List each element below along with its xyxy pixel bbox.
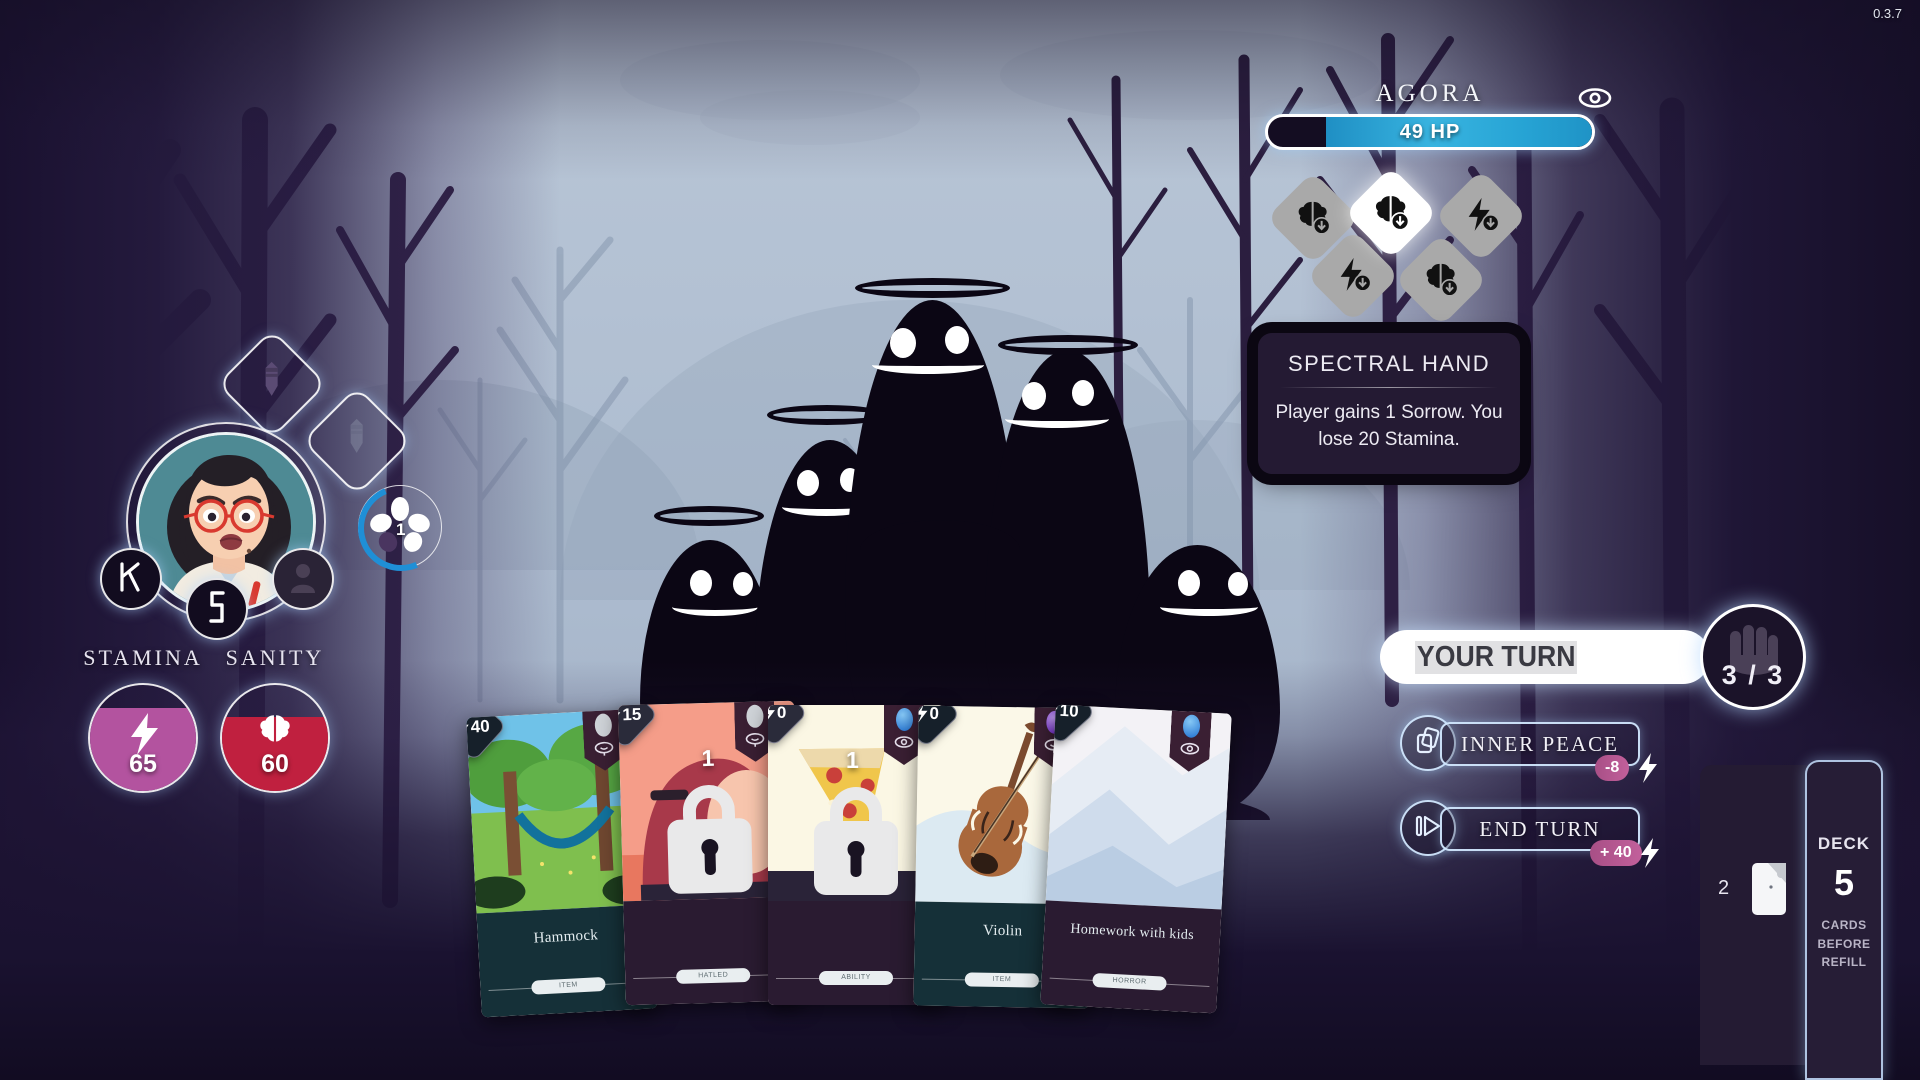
tooltip-title: SPECTRAL HAND xyxy=(1288,351,1490,376)
brain-down-icon xyxy=(1370,190,1412,237)
sanity-icon xyxy=(594,740,615,762)
turn-label: YOUR TURN xyxy=(1415,640,1578,674)
stamina-value: 65 xyxy=(129,750,157,778)
end-turn-cost: + 40 xyxy=(1590,840,1642,866)
person-icon xyxy=(288,561,318,598)
card-type: ITEM xyxy=(531,976,606,995)
sanity-icon xyxy=(745,732,766,754)
lightning-icon xyxy=(1636,752,1658,783)
cards-back-icon xyxy=(1748,857,1794,924)
card-cost-value: 0 xyxy=(776,705,787,722)
lightning-down-icon xyxy=(1461,194,1501,239)
lock-icon xyxy=(667,817,754,895)
lightning-down-icon xyxy=(1333,254,1373,299)
card-cost-value: 15 xyxy=(622,704,642,725)
card-footer: Homework with kids HORROR xyxy=(1040,900,1222,1014)
enemy-hp-text: 49 HP xyxy=(1399,120,1461,143)
turn-banner: YOUR TURN xyxy=(1380,630,1710,684)
card-type: ABILITY xyxy=(819,971,893,985)
cost-value: -8 xyxy=(1605,759,1620,776)
enemy-hud: AGORA 49 HP xyxy=(1230,80,1630,150)
card-type: ITEM xyxy=(964,972,1039,988)
skip-icon xyxy=(1413,813,1443,844)
action-person[interactable] xyxy=(272,548,334,610)
card-badge: 1 xyxy=(846,747,859,773)
card-type: HATLED xyxy=(676,967,751,984)
sanity-value: 60 xyxy=(261,750,289,778)
end-turn-button[interactable]: END TURN + 40 xyxy=(1400,800,1660,868)
card-homework[interactable]: Homework with kids HORROR 10 xyxy=(1040,704,1232,1014)
card-cost-value: 10 xyxy=(1059,704,1080,721)
card-name: Homework with kids xyxy=(1070,921,1195,944)
eye-icon xyxy=(894,735,914,754)
end-turn-label: END TURN xyxy=(1479,816,1601,841)
hand-count: 3 / 3 xyxy=(1721,660,1785,690)
deck-title: DECK xyxy=(1817,834,1871,853)
lightning-icon xyxy=(1638,837,1660,868)
cards-icon xyxy=(1413,726,1443,761)
enemy-intents xyxy=(1266,166,1540,327)
cost-value: + 40 xyxy=(1600,844,1632,861)
inner-peace-button[interactable]: INNER PEACE -8 xyxy=(1400,715,1660,783)
sword-icon xyxy=(257,360,287,409)
card-type: HORROR xyxy=(1092,972,1167,991)
rune-lightning-icon xyxy=(204,590,230,629)
deck-count: 5 xyxy=(1833,862,1855,903)
game-screen: 0.3.7 AGORA 49 HP SPECTRAL HAND Player g… xyxy=(0,0,1920,1080)
sanity-orb: 60 xyxy=(220,683,330,793)
enemy-name: AGORA xyxy=(1375,80,1485,107)
deck-subtitle: CARDS BEFORE REFILL xyxy=(1817,918,1871,970)
brain-down-icon xyxy=(1421,258,1461,303)
vignette-top xyxy=(0,0,1920,180)
rune-k-icon xyxy=(116,560,146,599)
card-cost-value: 40 xyxy=(470,716,491,737)
inner-peace-cost: -8 xyxy=(1595,755,1630,781)
inner-peace-label: INNER PEACE xyxy=(1461,731,1619,756)
eye-icon xyxy=(1179,741,1200,761)
discard-count: 2 xyxy=(1718,877,1730,899)
sorrow-badge[interactable]: 1 xyxy=(345,472,457,584)
tooltip-body: Player gains 1 Sorrow. You lose 20 Stami… xyxy=(1275,402,1503,450)
lock-icon xyxy=(814,821,898,895)
deck-panel[interactable]: DECK 5 CARDS BEFORE REFILL xyxy=(1805,760,1883,1080)
eye-icon[interactable] xyxy=(1578,83,1612,113)
brain-down-icon xyxy=(1293,196,1333,241)
stamina-orb: 65 xyxy=(88,683,198,793)
enemy-hp-bar: 49 HP xyxy=(1265,114,1595,150)
sword-icon xyxy=(342,417,372,466)
card-cost-value: 0 xyxy=(929,705,939,723)
hand-indicator[interactable]: 3 / 3 xyxy=(1700,604,1806,710)
tooltip-divider xyxy=(1280,387,1498,388)
action-rune-k[interactable] xyxy=(100,548,162,610)
stat-label: SANITY xyxy=(225,645,325,670)
card-badge: 1 xyxy=(701,744,715,772)
intent-tooltip: SPECTRAL HAND Player gains 1 Sorrow. You… xyxy=(1249,324,1529,483)
sorrow-count: 1 xyxy=(396,520,406,539)
action-rune-lightning[interactable] xyxy=(186,578,248,640)
version-label: 0.3.7 xyxy=(1873,6,1902,21)
hand-cards: Hammock ITEM 40 HATLED 1 15 ABILITY 1 0 … xyxy=(466,695,1232,1080)
